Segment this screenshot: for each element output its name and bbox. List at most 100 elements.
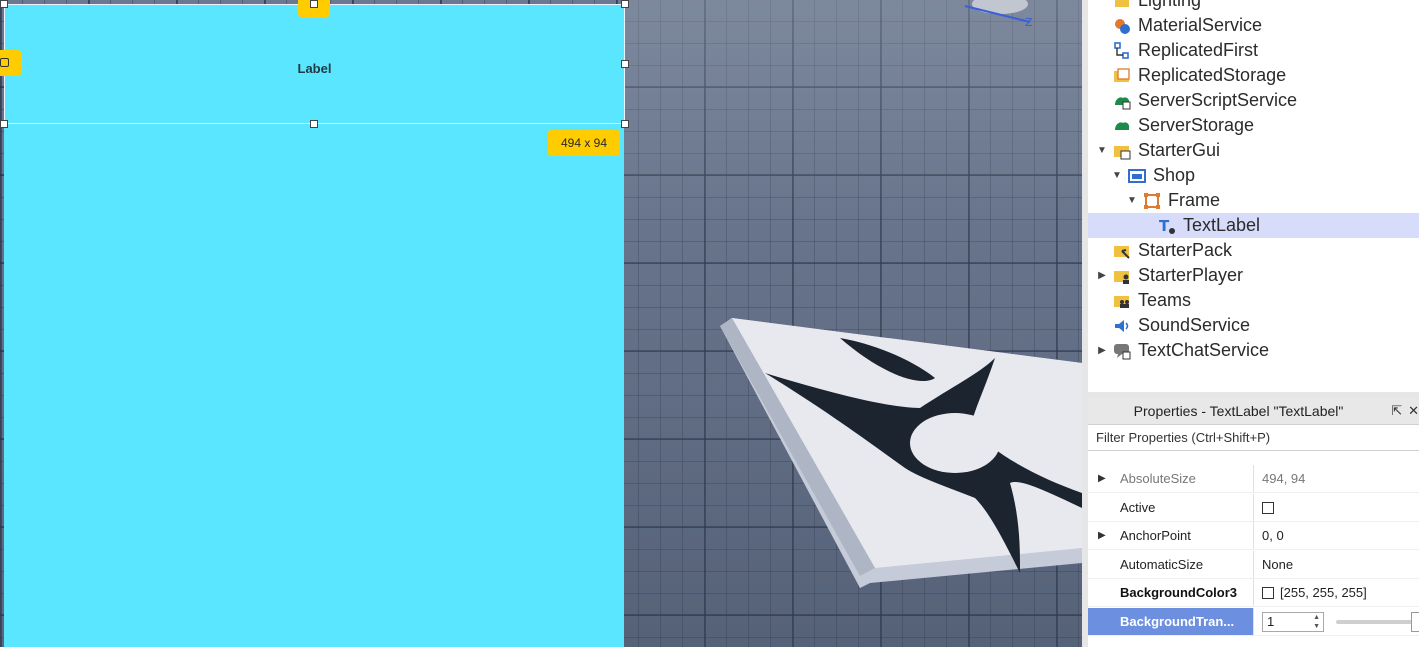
transparency-value: 1 xyxy=(1267,613,1275,629)
sound-service-icon xyxy=(1112,316,1132,336)
explorer-item-label: SoundService xyxy=(1138,315,1251,335)
property-value-text: None xyxy=(1262,557,1294,572)
lighting-icon xyxy=(1112,0,1132,11)
expand-arrow-icon[interactable]: ▶ xyxy=(1096,345,1108,357)
explorer-item-startergui[interactable]: ▼ StarterGui xyxy=(1088,138,1419,163)
explorer-item-frame[interactable]: ▼ Frame xyxy=(1088,188,1419,213)
explorer-item-textlabel[interactable]: T TextLabel xyxy=(1088,213,1419,238)
explorer-item-textchatservice[interactable]: ▶ TextChatService xyxy=(1088,338,1419,363)
property-value-text: 494, 94 xyxy=(1262,471,1306,486)
explorer-item-serverstorage[interactable]: ServerStorage xyxy=(1088,113,1419,138)
explorer-item-lighting[interactable]: Lighting xyxy=(1088,0,1419,13)
color-swatch[interactable] xyxy=(1262,586,1274,599)
material-service-icon xyxy=(1112,16,1132,36)
property-name[interactable]: BackgroundTran... xyxy=(1088,608,1254,635)
property-name[interactable]: AutomaticSize xyxy=(1088,551,1254,578)
frame-icon xyxy=(1142,191,1162,211)
resize-handle-bottom-right[interactable] xyxy=(621,120,629,128)
spinner-arrows-icon[interactable]: ▲ ▼ xyxy=(1313,613,1320,631)
filter-properties-input[interactable]: Filter Properties (Ctrl+Shift+P) xyxy=(1088,425,1419,451)
explorer-item-label: TextLabel xyxy=(1183,215,1261,235)
collapse-arrow-icon[interactable]: ▼ xyxy=(1096,145,1108,157)
slider-thumb[interactable] xyxy=(1411,611,1419,632)
explorer-item-materialservice[interactable]: MaterialService xyxy=(1088,13,1419,38)
size-badge: 494 x 94 xyxy=(548,130,620,156)
explorer-item-soundservice[interactable]: SoundService xyxy=(1088,313,1419,338)
expand-arrow-icon[interactable]: ▶ xyxy=(1098,465,1106,492)
teams-icon xyxy=(1112,291,1132,311)
svg-text:T: T xyxy=(1159,217,1170,235)
property-name-label: BackgroundTran... xyxy=(1120,614,1235,629)
property-name[interactable]: ▶ AnchorPoint xyxy=(1088,522,1254,549)
explorer-item-label: StarterGui xyxy=(1138,140,1221,160)
property-name[interactable]: BackgroundColor3 xyxy=(1088,579,1254,606)
explorer-item-label: ReplicatedFirst xyxy=(1138,40,1259,60)
explorer-item-starterplayer[interactable]: ▶ StarterPlayer xyxy=(1088,263,1419,288)
expand-arrow-icon[interactable]: ▶ xyxy=(1098,522,1106,549)
resize-handle-top-left[interactable] xyxy=(0,0,8,8)
property-name-label: BackgroundColor3 xyxy=(1120,585,1238,600)
explorer-item-starterpack[interactable]: StarterPack xyxy=(1088,238,1419,263)
property-name[interactable]: Active xyxy=(1088,494,1254,521)
replicated-first-icon xyxy=(1112,41,1132,61)
collapse-arrow-icon[interactable]: ▼ xyxy=(1126,195,1138,207)
property-row-absolutesize[interactable]: ▶ AbsoluteSize 494, 94 xyxy=(1088,465,1419,493)
starter-player-icon xyxy=(1112,266,1132,286)
screen-gui-icon xyxy=(1127,166,1147,186)
property-value[interactable]: [255, 255, 255] xyxy=(1254,585,1367,600)
property-value[interactable]: 494, 94 xyxy=(1254,471,1305,486)
move-handle-top[interactable] xyxy=(298,0,330,18)
text-label-content: Label xyxy=(297,61,332,76)
explorer-item-label: TextChatService xyxy=(1138,340,1270,360)
property-value[interactable]: 1 ▲ ▼ xyxy=(1254,611,1419,632)
explorer-item-label: ReplicatedStorage xyxy=(1138,65,1287,85)
close-icon[interactable]: ✕ xyxy=(1408,398,1419,424)
resize-handle-bottom[interactable] xyxy=(310,120,318,128)
viewport-3d[interactable]: Z Label 494 x 94 xyxy=(0,0,1082,647)
property-row-anchorpoint[interactable]: ▶ AnchorPoint 0, 0 xyxy=(1088,522,1419,550)
explorer-item-label: ServerStorage xyxy=(1138,115,1255,135)
property-value[interactable] xyxy=(1254,501,1274,514)
explorer-item-label: Shop xyxy=(1153,165,1196,185)
active-checkbox[interactable] xyxy=(1262,501,1274,514)
explorer-item-label: StarterPlayer xyxy=(1138,265,1244,285)
resize-handle-top-right[interactable] xyxy=(621,0,629,8)
resize-handle-bottom-left[interactable] xyxy=(0,120,8,128)
property-name-label: Active xyxy=(1120,500,1156,515)
explorer-item-shop[interactable]: ▼ Shop xyxy=(1088,163,1419,188)
property-row-backgroundtran[interactable]: BackgroundTran... 1 ▲ ▼ xyxy=(1088,608,1419,636)
property-row-automaticsize[interactable]: AutomaticSize None xyxy=(1088,551,1419,579)
decal-part[interactable] xyxy=(720,318,1082,588)
property-name-label: AbsoluteSize xyxy=(1120,471,1196,486)
property-row-active[interactable]: Active xyxy=(1088,494,1419,522)
explorer-item-replicatedfirst[interactable]: ReplicatedFirst xyxy=(1088,38,1419,63)
resize-handle-right[interactable] xyxy=(621,60,629,68)
collapse-arrow-icon[interactable]: ▼ xyxy=(1111,170,1123,182)
anchor-lock-icon[interactable] xyxy=(0,50,22,76)
explorer-item-replicatedstorage[interactable]: ReplicatedStorage xyxy=(1088,63,1419,88)
explorer-item-label: Frame xyxy=(1168,190,1221,210)
explorer-item-teams[interactable]: Teams xyxy=(1088,288,1419,313)
transparency-slider[interactable] xyxy=(1336,611,1419,632)
explorer-item-serverscriptservice[interactable]: ServerScriptService xyxy=(1088,88,1419,113)
explorer-item-label: StarterPack xyxy=(1138,240,1233,260)
text-label-selection[interactable]: Label xyxy=(4,4,625,124)
explorer-item-label: MaterialService xyxy=(1138,15,1263,35)
property-row-backgroundcolor3[interactable]: BackgroundColor3 [255, 255, 255] xyxy=(1088,579,1419,607)
property-value[interactable]: 0, 0 xyxy=(1254,528,1284,543)
property-value-text: 0, 0 xyxy=(1262,528,1284,543)
property-value[interactable]: None xyxy=(1254,557,1293,572)
property-name-label: AnchorPoint xyxy=(1120,528,1191,543)
undock-icon[interactable]: ⇱ xyxy=(1391,398,1402,424)
expand-arrow-icon[interactable]: ▶ xyxy=(1096,270,1108,282)
axis-z-label: Z xyxy=(1025,16,1033,29)
transparency-input[interactable]: 1 ▲ ▼ xyxy=(1262,611,1324,632)
property-name[interactable]: ▶ AbsoluteSize xyxy=(1088,465,1254,492)
